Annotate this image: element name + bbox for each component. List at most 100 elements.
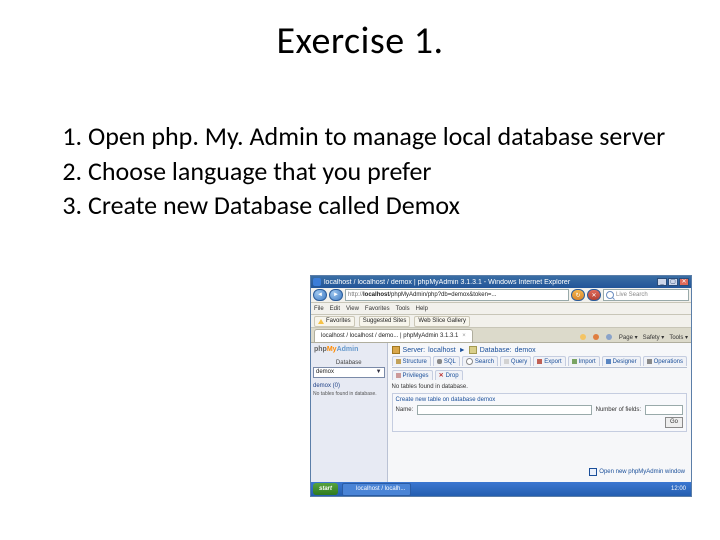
menu-help[interactable]: Help — [416, 306, 428, 312]
structure-icon — [396, 359, 401, 364]
system-tray: 12:00 — [671, 486, 689, 492]
phpmyadmin-content: phpMyAdmin Database demox ▼ demox (0) No… — [311, 343, 691, 483]
tab-sql[interactable]: SQL — [433, 356, 460, 366]
chevron-down-icon: ▼ — [376, 368, 382, 377]
mail-icon[interactable] — [606, 334, 612, 340]
page-menu[interactable]: Page ▾ — [619, 334, 638, 341]
create-table-legend: Create new table on database demox — [396, 397, 683, 403]
window-titlebar: localhost / localhost / demox | phpMyAdm… — [311, 276, 691, 288]
bc-server-label: Server: — [403, 347, 426, 354]
database-selected: demox — [316, 368, 334, 377]
menu-view[interactable]: View — [346, 306, 359, 312]
instruction-list: Open php. My. Admin to manage local data… — [48, 120, 680, 224]
address-bar[interactable]: http://localhost/phpMyAdmin/php?db=demox… — [345, 289, 569, 301]
tools-menu[interactable]: Tools ▾ — [669, 334, 688, 341]
taskbar-item[interactable]: localhost / localh... — [342, 483, 411, 496]
go-button[interactable]: Go — [665, 417, 683, 428]
menu-tools[interactable]: Tools — [396, 306, 410, 312]
browser-tabs: localhost / localhost / demo... | phpMyA… — [311, 328, 691, 343]
start-label: start — [319, 486, 332, 492]
name-input[interactable] — [417, 405, 591, 415]
tab-import[interactable]: Import — [568, 356, 600, 366]
slide: Exercise 1. Open php. My. Admin to manag… — [0, 0, 720, 540]
feeds-icon[interactable] — [593, 334, 599, 340]
create-table-fieldset: Create new table on database demox Name:… — [392, 393, 687, 432]
pma-tabs: Structure SQL Search Query Export Import… — [392, 356, 687, 368]
search-icon — [606, 291, 614, 299]
suggested-sites-button[interactable]: Suggested Sites — [359, 316, 411, 327]
bc-server-value[interactable]: localhost — [428, 347, 456, 354]
export-icon — [537, 359, 542, 364]
ie-icon — [313, 278, 321, 286]
ie-small-icon — [348, 486, 354, 492]
tab-structure[interactable]: Structure — [392, 356, 431, 366]
tab-export[interactable]: Export — [533, 356, 565, 366]
star-icon — [318, 319, 324, 324]
tab-label: localhost / localhost / demo... | phpMyA… — [321, 333, 458, 339]
database-select[interactable]: demox ▼ — [313, 367, 385, 378]
designer-icon — [606, 359, 611, 364]
favorites-bar: Favorites Suggested Sites Web Slice Gall… — [311, 315, 691, 328]
tab-close-icon[interactable]: × — [462, 333, 466, 339]
menu-favorites[interactable]: Favorites — [365, 306, 390, 312]
breadcrumb: Server: localhost ► Database: demox — [392, 346, 687, 354]
tab-designer[interactable]: Designer — [602, 356, 641, 366]
browser-menu: File Edit View Favorites Tools Help — [311, 303, 691, 315]
pma-tabs-row2: Privileges ✕Drop — [392, 370, 687, 381]
browser-nav: ◄ ► http://localhost/phpMyAdmin/php?db=d… — [311, 288, 691, 303]
open-new-window-link[interactable]: Open new phpMyAdmin window — [589, 468, 685, 476]
search-tab-icon — [466, 358, 473, 365]
bc-sep: ► — [459, 347, 466, 354]
minimize-button[interactable]: _ — [657, 278, 667, 286]
forward-button[interactable]: ► — [329, 289, 343, 301]
instruction-item: Choose language that you prefer — [88, 155, 680, 188]
windows-taskbar: start localhost / localh... 12:00 — [311, 482, 691, 496]
tab-privileges[interactable]: Privileges — [392, 370, 433, 380]
menu-file[interactable]: File — [314, 306, 324, 312]
sidebar-db-label: Database — [313, 360, 385, 366]
operations-icon — [647, 359, 652, 364]
fields-input[interactable] — [645, 405, 683, 415]
maximize-button[interactable]: ▢ — [668, 278, 678, 286]
refresh-button[interactable]: ↻ — [571, 289, 585, 301]
drop-icon: ✕ — [439, 372, 444, 379]
new-window-icon — [589, 468, 597, 476]
tab-operations[interactable]: Operations — [643, 356, 687, 366]
back-button[interactable]: ◄ — [313, 289, 327, 301]
no-tables-msg: No tables found in database. — [392, 384, 687, 390]
web-slice-button[interactable]: Web Slice Gallery — [414, 316, 470, 327]
url-host: localhost — [363, 292, 389, 298]
home-icon[interactable] — [580, 334, 586, 340]
stop-button[interactable]: ✕ — [587, 289, 601, 301]
search-input[interactable]: Live Search — [603, 289, 689, 301]
pma-main: Server: localhost ► Database: demox Stru… — [388, 343, 691, 483]
browser-tab[interactable]: localhost / localhost / demo... | phpMyA… — [314, 329, 473, 342]
instruction-item: Open php. My. Admin to manage local data… — [88, 120, 680, 153]
tab-drop[interactable]: ✕Drop — [435, 370, 463, 380]
url-path: /phpMyAdmin/php?db=demox&token=... — [389, 292, 496, 298]
sidebar-db-entry[interactable]: demox (0) — [313, 383, 385, 389]
pma-panel: No tables found in database. Create new … — [392, 384, 687, 432]
screenshot-ie-phpmyadmin: localhost / localhost / demox | phpMyAdm… — [310, 275, 692, 497]
server-icon — [392, 346, 400, 354]
fields-label: Number of fields: — [596, 407, 641, 413]
close-button[interactable]: ✕ — [679, 278, 689, 286]
start-button[interactable]: start — [313, 483, 338, 495]
page-tools: Page ▾ Safety ▾ Tools ▾ — [580, 334, 688, 342]
pma-logo: phpMyAdmin — [313, 345, 385, 356]
tab-search[interactable]: Search — [462, 356, 498, 366]
tab-query[interactable]: Query — [500, 356, 531, 366]
instruction-item: Create new Database called Demox — [88, 189, 680, 222]
menu-edit[interactable]: Edit — [330, 306, 340, 312]
slide-title: Exercise 1. — [0, 18, 720, 64]
favorites-button[interactable]: Favorites — [314, 316, 355, 327]
bc-db-label: Database: — [480, 347, 512, 354]
query-icon — [504, 359, 509, 364]
sidebar-note: No tables found in database. — [313, 391, 385, 397]
search-placeholder: Live Search — [616, 292, 648, 298]
window-title: localhost / localhost / demox | phpMyAdm… — [324, 279, 657, 286]
safety-menu[interactable]: Safety ▾ — [643, 334, 665, 341]
bc-db-value[interactable]: demox — [515, 347, 536, 354]
privileges-icon — [396, 373, 401, 378]
database-icon — [469, 346, 477, 354]
